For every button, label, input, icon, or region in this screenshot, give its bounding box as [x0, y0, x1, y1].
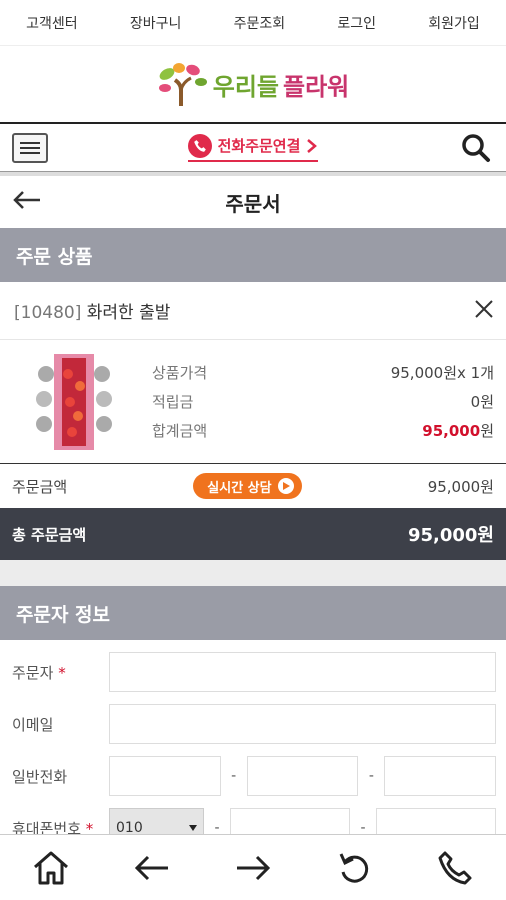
page-title: 주문서 [225, 191, 281, 216]
main-navbar: 전화주문연결 [0, 122, 506, 172]
live-consult-button[interactable]: 실시간 상담 [193, 473, 302, 499]
orderer-info-heading: 주문자 정보 [0, 586, 506, 640]
email-input[interactable] [109, 704, 496, 744]
phone-fields: - - [109, 756, 497, 796]
subtotal-amount: 95,000 [422, 422, 481, 440]
phone-row: 일반전화 - - [0, 750, 506, 802]
signup-link[interactable]: 회원가입 [428, 13, 480, 33]
points-value: 0원 [470, 393, 494, 411]
phone-part3-input[interactable] [384, 756, 497, 796]
total-bar: 총 주문금액 95,000원 [0, 508, 506, 560]
arrow-left-icon [134, 855, 168, 880]
points-label: 적립금 [152, 393, 194, 411]
required-mark: * [58, 663, 66, 682]
tree-logo-icon [158, 63, 207, 106]
phone-call-icon [438, 851, 472, 884]
home-button[interactable] [27, 844, 75, 892]
order-lookup-link[interactable]: 주문조회 [234, 13, 286, 33]
phone-order-label: 전화주문연결 [217, 137, 301, 155]
play-icon [277, 478, 294, 494]
logo-area: 우리들 플라워 [0, 46, 506, 122]
order-products-heading: 주문 상품 [0, 228, 506, 282]
orderer-name-input[interactable] [109, 652, 496, 692]
orderer-name-label: 주문자 * [12, 663, 66, 682]
phone-order-link[interactable]: 전화주문연결 [187, 133, 319, 162]
bottom-nav [0, 834, 506, 900]
price-value: 95,000원x 1개 [390, 364, 494, 382]
arrow-right-icon [236, 855, 271, 880]
dropdown-arrow-icon [189, 825, 197, 831]
order-amount-value: 95,000원 [427, 477, 494, 496]
hamburger-icon [20, 141, 40, 144]
phone-part2-input[interactable] [246, 756, 359, 796]
product-row: [10480] 화려한 출발 [0, 282, 506, 340]
phone-part1-input[interactable] [109, 756, 221, 796]
logo-text-part2: 플라워 [283, 72, 350, 101]
subtotal-unit: 원 [480, 422, 494, 440]
search-button[interactable] [458, 130, 494, 166]
call-button[interactable] [431, 844, 479, 892]
product-code: [10480] [14, 303, 82, 323]
phone-label: 일반전화 [12, 767, 68, 786]
back-nav-button[interactable] [128, 844, 176, 892]
search-icon [462, 133, 490, 162]
home-icon [33, 851, 68, 884]
chevron-right-icon [307, 138, 318, 153]
hamburger-menu-button[interactable] [12, 132, 48, 163]
cart-link[interactable]: 장바구니 [130, 13, 182, 33]
back-arrow-icon [13, 191, 40, 209]
live-consult-label: 실시간 상담 [207, 480, 272, 496]
order-amount-row: 주문금액 실시간 상담 95,000원 [0, 464, 506, 508]
email-label: 이메일 [12, 715, 54, 734]
forward-nav-button[interactable] [229, 844, 277, 892]
total-label: 총 주문금액 [12, 525, 87, 544]
refresh-icon [339, 852, 369, 883]
page-title-bar: 주문서 [0, 172, 506, 228]
subtotal-label: 합계금액 [152, 422, 208, 440]
product-title: 화려한 출발 [86, 303, 171, 323]
product-name: [10480] 화려한 출발 [14, 298, 170, 323]
detail-row-points: 적립금 0원 [152, 387, 494, 416]
orderer-name-row: 주문자 * [0, 646, 506, 698]
refresh-button[interactable] [330, 844, 378, 892]
site-logo[interactable]: 우리들 플라워 [157, 60, 350, 108]
remove-product-button[interactable] [474, 299, 494, 323]
top-links: 고객센터 장바구니 주문조회 로그인 회원가입 [0, 0, 506, 46]
total-amount: 95,000원 [407, 525, 494, 546]
login-link[interactable]: 로그인 [337, 13, 376, 33]
detail-row-price: 상품가격 95,000원x 1개 [152, 358, 494, 387]
detail-row-subtotal: 합계금액 95,000원 [152, 416, 494, 445]
price-label: 상품가격 [152, 364, 208, 382]
logo-text-part1: 우리들 [212, 72, 279, 101]
phone-dash-1: - [231, 768, 237, 784]
back-button[interactable] [12, 188, 42, 216]
customer-center-link[interactable]: 고객센터 [26, 13, 78, 33]
product-thumbnail [36, 353, 112, 450]
price-details: 상품가격 95,000원x 1개 적립금 0원 합계금액 95,000원 [152, 358, 494, 445]
phone-dash-2: - [368, 768, 374, 784]
subtotal-value: 95,000원 [422, 420, 494, 441]
email-row: 이메일 [0, 698, 506, 750]
order-amount-label: 주문금액 [12, 477, 68, 496]
product-detail: 상품가격 95,000원x 1개 적립금 0원 합계금액 95,000원 [0, 340, 506, 464]
phone-icon [187, 133, 212, 158]
section-divider [0, 560, 506, 586]
close-icon [475, 299, 493, 318]
